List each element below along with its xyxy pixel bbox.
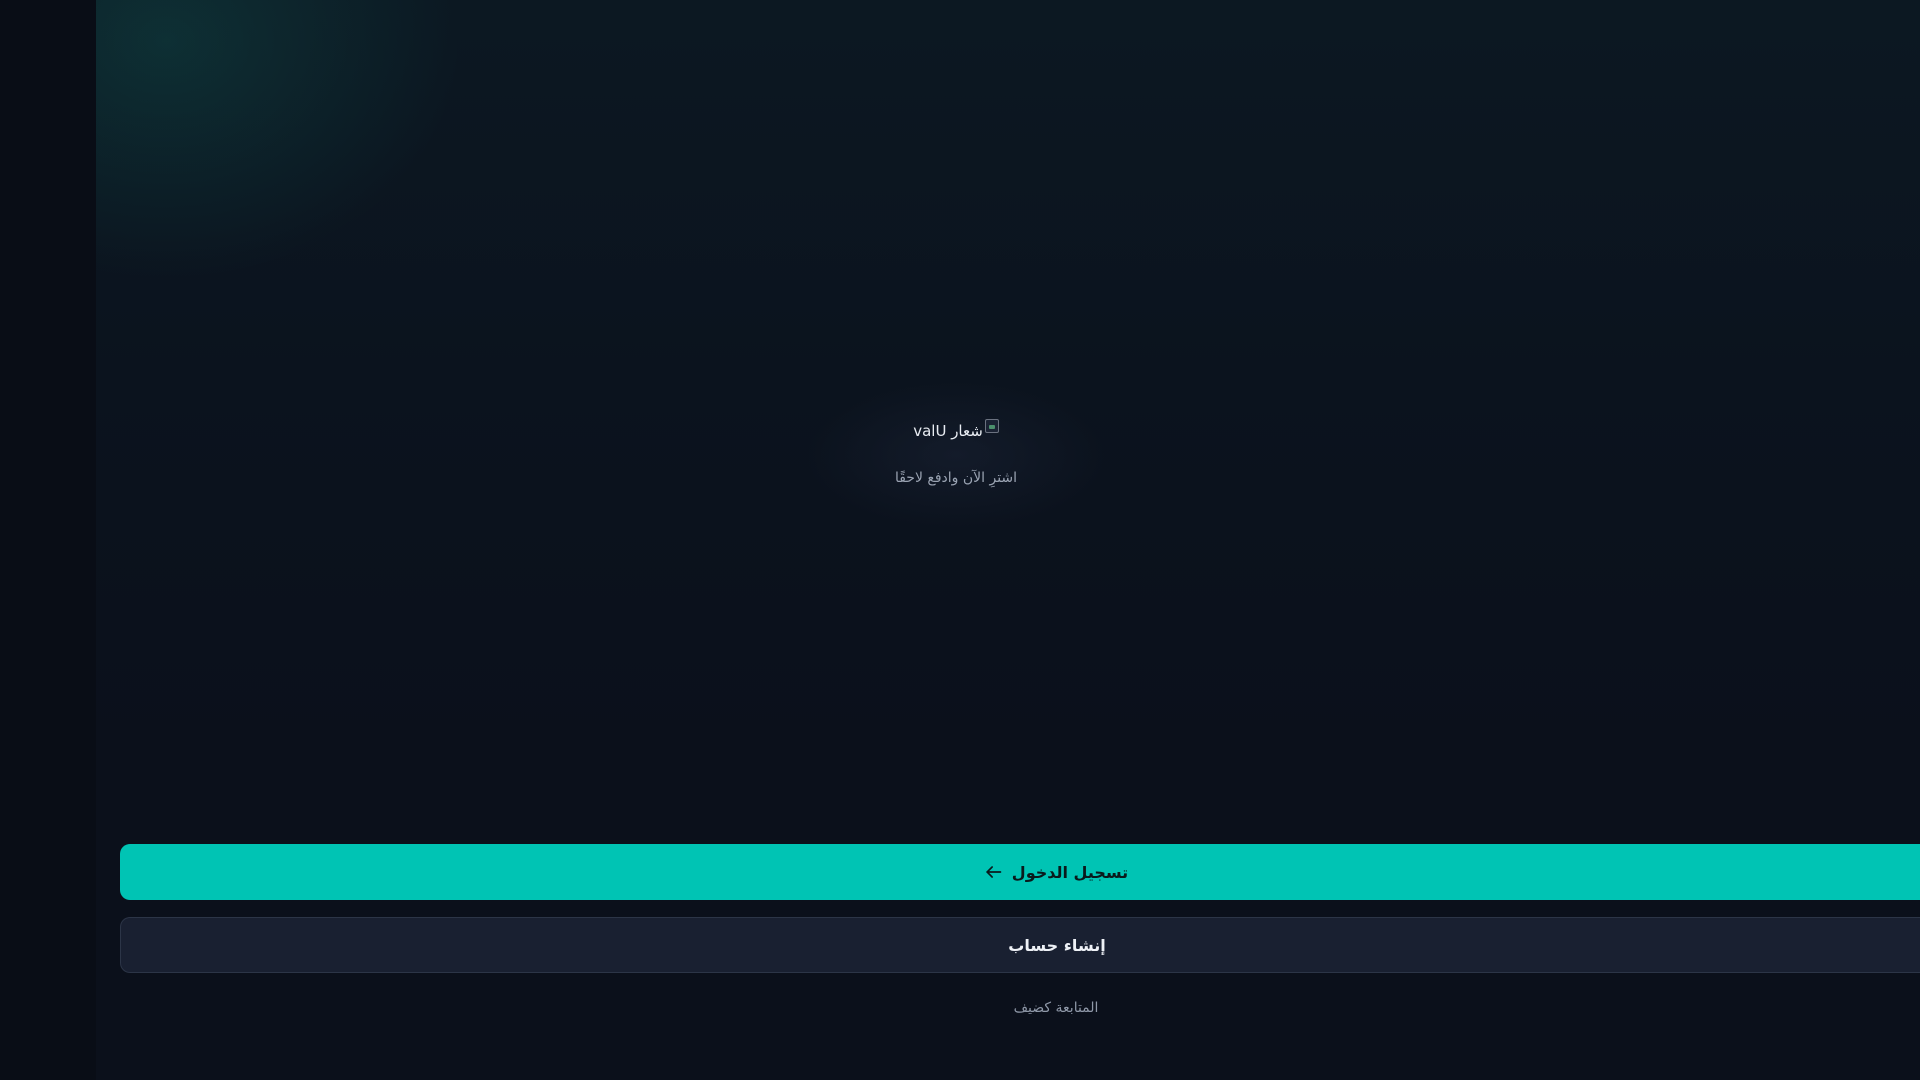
app-logo: شعار valU <box>766 419 1146 440</box>
continue-as-guest-link[interactable]: المتابعة كضيف <box>1014 1000 1099 1016</box>
login-button-label: تسجيل الدخول <box>1011 862 1129 882</box>
login-button-content: تسجيل الدخول <box>984 862 1128 882</box>
arrow-left-icon <box>986 866 1002 878</box>
logo-alt-text: شعار valU <box>913 422 983 440</box>
login-button[interactable]: تسجيل الدخول <box>120 844 1920 900</box>
hero-glow <box>806 380 1106 530</box>
hero: شعار valU اشترِ الآن وادفع لاحقًا <box>766 380 1146 530</box>
left-sidebar <box>0 0 96 1080</box>
broken-image-icon <box>984 419 999 433</box>
create-account-button-label: إنشاء حساب <box>1008 935 1106 955</box>
tagline: اشترِ الآن وادفع لاحقًا <box>894 470 1018 486</box>
create-account-button[interactable]: إنشاء حساب <box>120 917 1920 973</box>
create-account-button-content: إنشاء حساب <box>1008 936 1105 955</box>
